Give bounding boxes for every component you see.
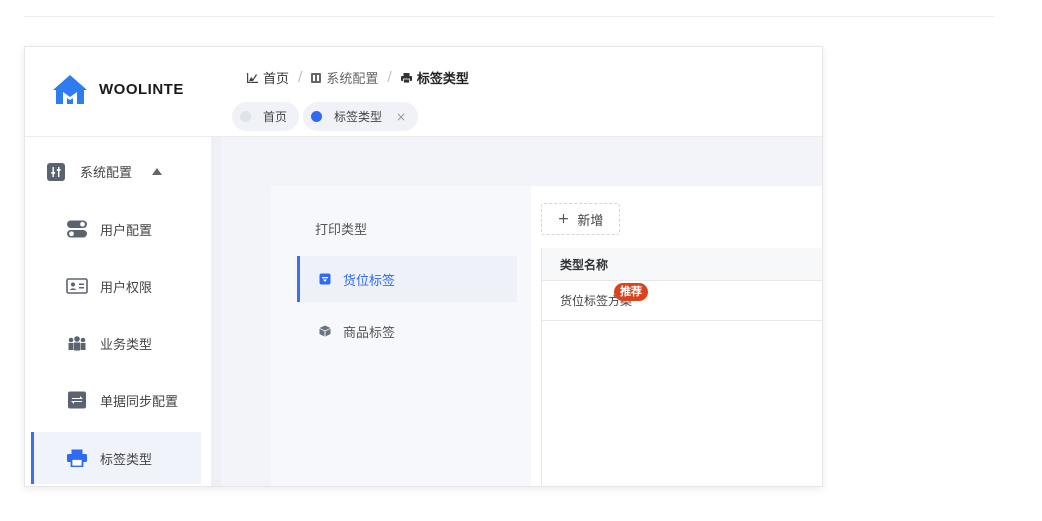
breadcrumb-label: 系统配置 bbox=[326, 72, 379, 87]
sidebar-item-label: 业务类型 bbox=[100, 337, 153, 353]
sidebar-group-label: 系统配置 bbox=[80, 166, 133, 181]
breadcrumb-item-current: 标签类型 bbox=[400, 68, 469, 87]
logo[interactable]: WOOLINTE bbox=[51, 73, 184, 105]
type-item-location-label[interactable]: 货位标签 bbox=[297, 256, 517, 302]
id-card-icon bbox=[66, 277, 88, 295]
breadcrumb: 首页 / 系统配置 / 标签类型 bbox=[247, 68, 469, 87]
chart-icon bbox=[247, 72, 258, 83]
plus-icon: + bbox=[557, 211, 570, 227]
top-divider bbox=[24, 16, 994, 17]
house-logo-icon bbox=[53, 75, 87, 104]
sidebar-item-user-permission[interactable]: 用户权限 bbox=[31, 260, 201, 312]
tab-bar: 首页 标签类型 × bbox=[232, 102, 422, 131]
caret-up-icon[interactable] bbox=[152, 168, 163, 175]
type-detail: + 新增 类型名称 货位标签方案 推荐 bbox=[541, 186, 822, 486]
breadcrumb-label: 首页 bbox=[263, 72, 290, 87]
print-type-list: 打印类型 货位标签 商品标签 bbox=[271, 186, 531, 486]
tab-active-dot-icon bbox=[311, 111, 323, 122]
settings-sliders-icon bbox=[47, 162, 65, 181]
grid-icon bbox=[311, 72, 322, 83]
location-box-icon bbox=[319, 273, 331, 285]
main-content: 打印类型 货位标签 商品标签 + 新增 类型名称 货位标签方案 推荐 bbox=[221, 137, 822, 486]
breadcrumb-separator: / bbox=[387, 70, 392, 85]
breadcrumb-separator: / bbox=[298, 70, 303, 85]
tab-home[interactable]: 首页 bbox=[232, 102, 300, 131]
sidebar-divider bbox=[211, 137, 221, 486]
tab-label: 首页 bbox=[263, 110, 288, 124]
sidebar-item-label: 单据同步配置 bbox=[100, 394, 179, 410]
sidebar-item-doc-sync[interactable]: 单据同步配置 bbox=[31, 374, 201, 426]
tab-label-type[interactable]: 标签类型 × bbox=[303, 102, 419, 131]
users-icon bbox=[66, 334, 88, 352]
sidebar-item-label: 用户配置 bbox=[100, 223, 153, 239]
add-button-label: 新增 bbox=[577, 213, 604, 229]
header: WOOLINTE 首页 / 系统配置 / 标签类型 首页 标签类型 × bbox=[25, 47, 822, 137]
breadcrumb-item-system[interactable]: 系统配置 bbox=[311, 68, 378, 87]
close-icon[interactable]: × bbox=[396, 110, 406, 124]
type-item-label: 货位标签 bbox=[343, 273, 396, 289]
sync-icon bbox=[66, 391, 88, 409]
cube-icon bbox=[319, 325, 331, 337]
type-item-product-label[interactable]: 商品标签 bbox=[297, 308, 517, 354]
logo-text: WOOLINTE bbox=[99, 80, 184, 98]
tab-dot-icon bbox=[240, 111, 251, 122]
sidebar-item-label: 标签类型 bbox=[100, 452, 153, 468]
tab-label: 标签类型 bbox=[334, 110, 383, 124]
printer-icon bbox=[400, 72, 412, 83]
breadcrumb-label: 标签类型 bbox=[416, 72, 469, 87]
printer-icon bbox=[66, 449, 88, 467]
sidebar-item-label: 用户权限 bbox=[100, 280, 153, 296]
content-panel: 打印类型 货位标签 商品标签 + 新增 类型名称 货位标签方案 推荐 bbox=[271, 186, 822, 486]
sidebar-item-user-config[interactable]: 用户配置 bbox=[31, 203, 201, 255]
label-scheme-table: 类型名称 货位标签方案 推荐 bbox=[541, 248, 822, 486]
table-row[interactable]: 货位标签方案 推荐 bbox=[542, 281, 822, 321]
app-window: WOOLINTE 首页 / 系统配置 / 标签类型 首页 标签类型 × 系统配置… bbox=[24, 46, 823, 487]
print-type-title: 打印类型 bbox=[315, 223, 368, 238]
table-header-cell: 类型名称 bbox=[542, 248, 822, 281]
sidebar-item-label-type[interactable]: 标签类型 bbox=[31, 432, 201, 484]
sidebar-item-business-type[interactable]: 业务类型 bbox=[31, 317, 201, 369]
add-button[interactable]: + 新增 bbox=[541, 203, 620, 235]
recommended-badge: 推荐 bbox=[614, 283, 648, 301]
breadcrumb-item-home[interactable]: 首页 bbox=[247, 68, 289, 87]
toggle-icon bbox=[66, 220, 88, 238]
type-item-label: 商品标签 bbox=[343, 325, 396, 341]
sidebar-group-system-config[interactable]: 系统配置 bbox=[47, 162, 163, 181]
sidebar: 系统配置 用户配置 用户权限 业务类型 单据同步配置 标签类型 bbox=[25, 137, 211, 486]
